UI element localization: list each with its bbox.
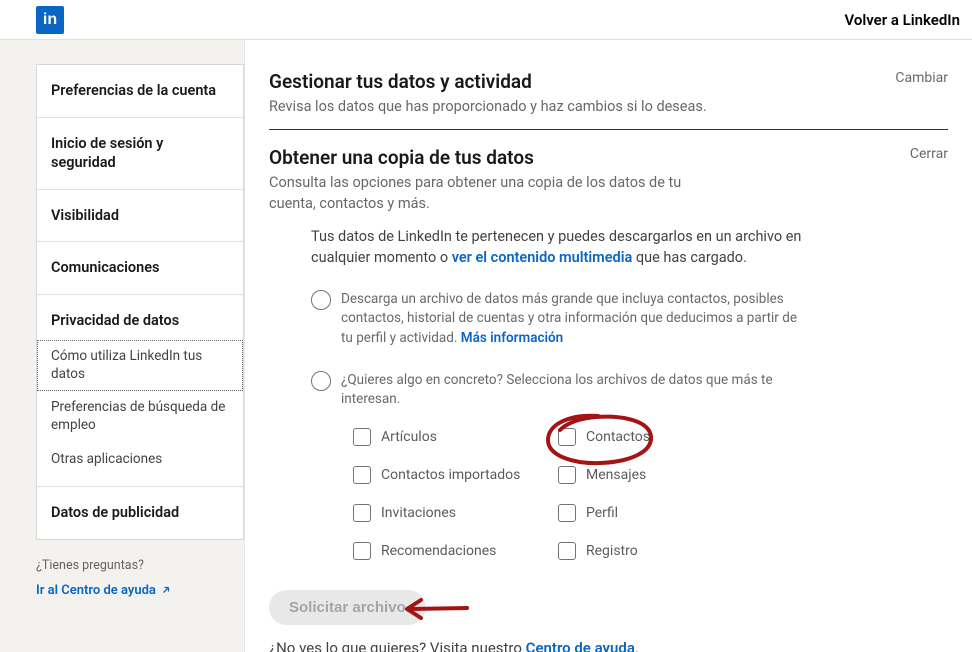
nav-communications[interactable]: Comunicaciones	[37, 242, 243, 295]
checkbox-registro[interactable]	[558, 542, 576, 560]
section-divider	[269, 129, 948, 130]
checkbox-invitaciones[interactable]	[353, 504, 371, 522]
copy-subtitle: Consulta las opciones para obtener una c…	[269, 173, 729, 214]
radio-large-archive[interactable]	[311, 290, 331, 310]
checkbox-contactos-importados[interactable]	[353, 466, 371, 484]
nav-ad-data[interactable]: Datos de publicidad	[37, 487, 243, 539]
request-archive-button[interactable]: Solicitar archivo	[269, 590, 426, 625]
check-item-registro[interactable]: Registro	[558, 542, 763, 560]
manage-change-link[interactable]: Cambiar	[895, 70, 948, 86]
checkbox-contactos[interactable]	[558, 428, 576, 446]
manage-title: Gestionar tus datos y actividad	[269, 70, 532, 93]
checkbox-recomendaciones[interactable]	[353, 542, 371, 560]
help-box: ¿Tienes preguntas? Ir al Centro de ayuda	[36, 558, 244, 598]
nav-signin-security[interactable]: Inicio de sesión y seguridad	[37, 118, 243, 190]
nav-data-privacy[interactable]: Privacidad de datos	[37, 295, 243, 341]
settings-sidebar: Preferencias de la cuenta Inicio de sesi…	[0, 40, 244, 652]
manage-subtitle: Revisa los datos que has proporcionado y…	[269, 97, 948, 117]
copy-intro: Tus datos de LinkedIn te pertenecen y pu…	[311, 226, 811, 268]
check-item-contactos-importados[interactable]: Contactos importados	[353, 466, 558, 484]
section-manage-data: Gestionar tus datos y actividad Cambiar …	[269, 70, 948, 130]
checkbox-grid: Artículos Contactos Contactos importados…	[353, 428, 948, 560]
nav-account-preferences[interactable]: Preferencias de la cuenta	[37, 65, 243, 118]
option-specific-text: ¿Quieres algo en concreto? Selecciona lo…	[341, 371, 801, 410]
copy-close-link[interactable]: Cerrar	[910, 146, 948, 162]
help-center-link[interactable]: Ir al Centro de ayuda	[36, 583, 172, 598]
radio-specific[interactable]	[311, 371, 331, 391]
footer-help-center-link[interactable]: Centro de ayuda	[526, 639, 635, 652]
nav-sub-group: Cómo utiliza LinkedIn tus datos Preferen…	[37, 340, 243, 487]
check-item-articulos[interactable]: Artículos	[353, 428, 558, 446]
checkbox-articulos[interactable]	[353, 428, 371, 446]
more-info-link[interactable]: Más información	[461, 330, 563, 346]
main-content: Gestionar tus datos y actividad Cambiar …	[244, 40, 972, 652]
option-large-archive-text: Descarga un archivo de datos más grande …	[341, 290, 801, 349]
check-item-perfil[interactable]: Perfil	[558, 504, 763, 522]
option-large-archive[interactable]: Descarga un archivo de datos más grande …	[311, 290, 948, 349]
checkbox-mensajes[interactable]	[558, 466, 576, 484]
help-question-label: ¿Tienes preguntas?	[36, 558, 244, 573]
check-item-mensajes[interactable]: Mensajes	[558, 466, 763, 484]
copy-footer: ¿No ves lo que quieres? Visita nuestro C…	[269, 639, 948, 652]
subnav-job-search-preferences[interactable]: Preferencias de búsqueda de empleo	[37, 391, 243, 442]
nav-visibility[interactable]: Visibilidad	[37, 190, 243, 243]
check-item-invitaciones[interactable]: Invitaciones	[353, 504, 558, 522]
top-bar: in Volver a LinkedIn	[0, 0, 972, 40]
checkbox-perfil[interactable]	[558, 504, 576, 522]
linkedin-logo-icon[interactable]: in	[36, 6, 64, 34]
check-item-contactos[interactable]: Contactos	[558, 428, 763, 446]
nav-card: Preferencias de la cuenta Inicio de sesi…	[36, 64, 244, 540]
subnav-other-apps[interactable]: Otras aplicaciones	[37, 443, 243, 477]
subnav-how-linkedin-uses-data[interactable]: Cómo utiliza LinkedIn tus datos	[37, 340, 243, 391]
view-media-link[interactable]: ver el contenido multimedia	[452, 249, 633, 266]
external-link-icon	[160, 584, 172, 596]
option-specific[interactable]: ¿Quieres algo en concreto? Selecciona lo…	[311, 371, 948, 410]
copy-title: Obtener una copia de tus datos	[269, 146, 534, 169]
back-to-linkedin-link[interactable]: Volver a LinkedIn	[844, 11, 960, 29]
check-item-recomendaciones[interactable]: Recomendaciones	[353, 542, 558, 560]
section-get-copy: Obtener una copia de tus datos Cerrar Co…	[269, 146, 948, 652]
